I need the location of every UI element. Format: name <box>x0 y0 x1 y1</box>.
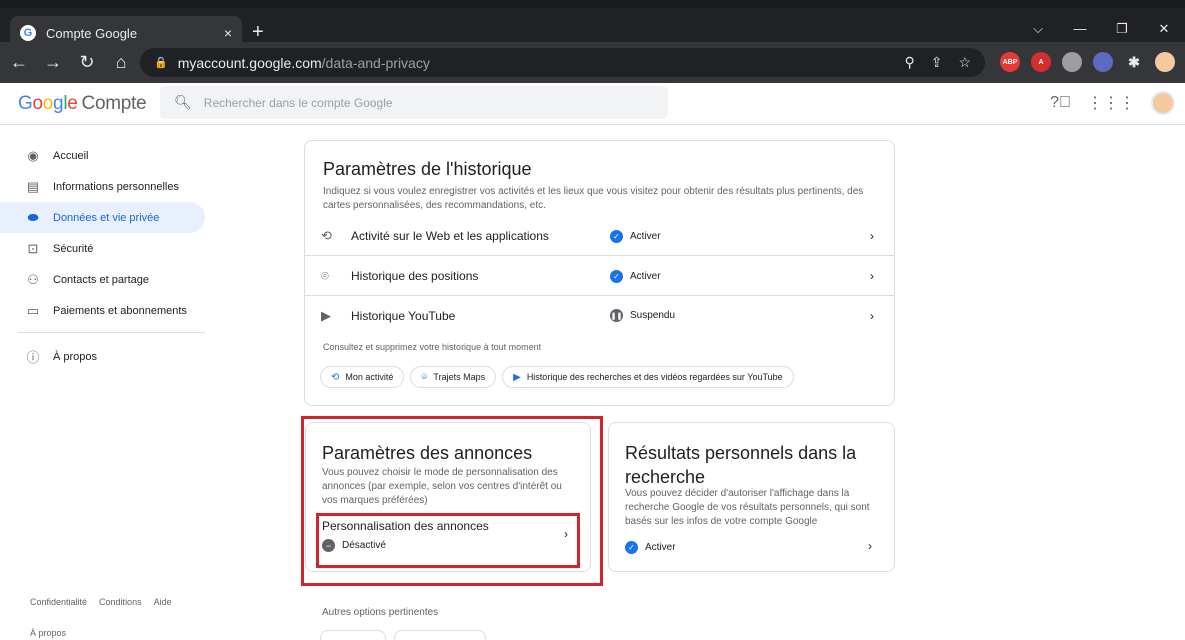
bookmark-star-icon[interactable]: ☆ <box>958 54 971 71</box>
url-path: /data-and-privacy <box>321 54 430 71</box>
puzzle-icon[interactable]: ✱ <box>1124 52 1144 72</box>
id-card-icon: ▤ <box>26 178 40 194</box>
chevron-right-icon: › <box>870 229 874 243</box>
zoom-icon[interactable]: ⚲ <box>904 54 914 71</box>
pdf-icon[interactable]: A <box>1031 52 1051 72</box>
browser-titlebar: G Compte Google × + ⌵ — ❐ ✕ <box>0 0 1185 50</box>
browser-toolbar: ← → ↻ ⌂ 🔒 myaccount.google.com /data-and… <box>0 42 1185 83</box>
search-input[interactable]: 🔍︎ Rechercher dans le compte Google <box>160 86 668 119</box>
product-name: Compte <box>81 93 147 114</box>
maps-timeline-chip[interactable]: ⌾ Trajets Maps <box>410 366 497 388</box>
home-icon[interactable]: ⌂ <box>106 52 136 73</box>
header-actions: ?⃝ ⋮⋮⋮ <box>1034 91 1175 115</box>
lock-icon[interactable]: 🔒 <box>154 56 168 69</box>
check-icon: ✓ <box>610 269 623 283</box>
extensions: ABP A ✱ <box>1000 52 1185 72</box>
google-account-logo[interactable]: Google Compte <box>18 93 147 115</box>
search-placeholder: Rechercher dans le compte Google <box>203 95 393 110</box>
info-icon: ⓘ <box>26 350 40 365</box>
sidebar: ◉ Accueil ▤ Informations personnelles ⬬ … <box>0 140 205 372</box>
history-title: Paramètres de l'historique <box>323 159 532 179</box>
history-settings-card: Paramètres de l'historique Indiquez si v… <box>304 140 895 406</box>
toggle-icon: ⬬ <box>27 209 39 225</box>
sidebar-item-security[interactable]: ⊡ Sécurité <box>0 233 205 264</box>
history-row-web-activity[interactable]: ⟲ Activité sur le Web et les application… <box>305 217 894 256</box>
history-row-location[interactable]: ⌾ Historique des positions ✓ Activer › <box>305 257 894 296</box>
extension-icon[interactable] <box>1093 52 1113 72</box>
forward-icon[interactable]: → <box>38 52 68 73</box>
sidebar-item-data-privacy[interactable]: ⬬ Données et vie privée <box>0 202 205 233</box>
privacy-link[interactable]: Confidentialité <box>30 597 87 607</box>
personal-results-description: Vous pouvez décider d'autoriser l'affich… <box>625 488 870 527</box>
tab-title: Compte Google <box>46 25 138 41</box>
profile-avatar[interactable] <box>1155 52 1175 72</box>
adblock-icon[interactable]: ABP <box>1000 52 1020 72</box>
highlight-box-inner[interactable] <box>316 513 580 568</box>
personal-results-status[interactable]: ✓ Activer <box>625 541 676 554</box>
restore-icon[interactable]: ❐ <box>1101 16 1143 42</box>
new-tab-button[interactable]: + <box>252 20 264 44</box>
footer-about-link[interactable]: À propos <box>30 628 66 638</box>
my-activity-chip[interactable]: ⟲ Mon activité <box>320 366 405 388</box>
tab-close-icon[interactable]: × <box>224 25 232 41</box>
footer-links: Confidentialité Conditions Aide <box>30 597 184 607</box>
other-options-label: Autres options pertinentes <box>322 607 439 618</box>
people-icon: ⚇ <box>27 271 39 287</box>
tab-search-icon[interactable]: ⌵ <box>1017 16 1059 42</box>
youtube-history-chip[interactable]: ▶ Historique des recherches et des vidéos… <box>502 366 794 388</box>
chevron-right-icon: › <box>868 539 872 553</box>
youtube-icon: ▶ <box>513 371 521 383</box>
sidebar-item-payments[interactable]: ▭ Paiements et abonnements <box>0 295 205 326</box>
history-icon: ⟲ <box>321 228 332 243</box>
lock-icon: ⊡ <box>27 240 39 256</box>
card-icon: ▭ <box>26 302 40 318</box>
close-window-icon[interactable]: ✕ <box>1143 16 1185 42</box>
personal-results-title: Résultats personnels dans la recherche <box>625 443 857 487</box>
help-icon[interactable]: ?⃝ <box>1050 94 1071 112</box>
youtube-icon: ▶ <box>321 307 331 323</box>
google-favicon-icon: G <box>20 25 36 41</box>
apps-grid-icon[interactable]: ⋮⋮⋮ <box>1087 93 1135 113</box>
sidebar-item-people-sharing[interactable]: ⚇ Contacts et partage <box>0 264 205 295</box>
sidebar-item-about[interactable]: ⓘ À propos <box>0 341 205 372</box>
other-option-chip[interactable] <box>320 630 386 640</box>
history-description: Indiquez si vous voulez enregistrer vos … <box>323 186 864 211</box>
help-link[interactable]: Aide <box>154 597 172 607</box>
personal-results-card: Résultats personnels dans la recherche V… <box>608 422 895 572</box>
pause-icon: ❚❚ <box>610 309 623 322</box>
sidebar-item-home[interactable]: ◉ Accueil <box>0 140 205 171</box>
omnibox-actions: ⚲ ⇪ ☆ <box>888 54 971 71</box>
history-icon: ⟲ <box>331 371 340 383</box>
account-header: Google Compte 🔍︎ Rechercher dans le compt… <box>0 83 1185 125</box>
history-consult-text: Consultez et supprimez votre historique … <box>323 342 542 352</box>
address-bar[interactable]: 🔒 myaccount.google.com /data-and-privacy… <box>140 48 985 77</box>
location-pin-icon: ⌾ <box>421 371 428 383</box>
window-controls: ⌵ — ❐ ✕ <box>1017 16 1185 42</box>
check-icon: ✓ <box>625 541 638 554</box>
location-pin-icon: ⌾ <box>321 268 329 283</box>
search-icon: 🔍︎ <box>174 94 192 110</box>
other-options-chips <box>320 630 494 640</box>
account-circle-icon: ◉ <box>27 147 39 163</box>
sidebar-divider <box>18 332 205 333</box>
terms-link[interactable]: Conditions <box>99 597 142 607</box>
extension-icon[interactable] <box>1062 52 1082 72</box>
chevron-right-icon: › <box>870 308 874 323</box>
history-chips: ⟲ Mon activité ⌾ Trajets Maps ▶ Historique … <box>320 366 800 388</box>
back-icon[interactable]: ← <box>4 52 34 73</box>
share-icon[interactable]: ⇪ <box>931 54 943 71</box>
avatar[interactable] <box>1151 91 1175 115</box>
other-option-chip[interactable] <box>394 630 486 640</box>
minimize-icon[interactable]: — <box>1059 16 1101 42</box>
url-host: myaccount.google.com <box>177 54 322 71</box>
sidebar-item-personal-info[interactable]: ▤ Informations personnelles <box>0 171 205 202</box>
check-icon: ✓ <box>610 229 623 243</box>
history-row-youtube[interactable]: ▶ Historique YouTube ❚❚ Suspendu › <box>305 296 894 335</box>
chevron-right-icon: › <box>870 269 874 283</box>
reload-icon[interactable]: ↻ <box>72 52 102 73</box>
